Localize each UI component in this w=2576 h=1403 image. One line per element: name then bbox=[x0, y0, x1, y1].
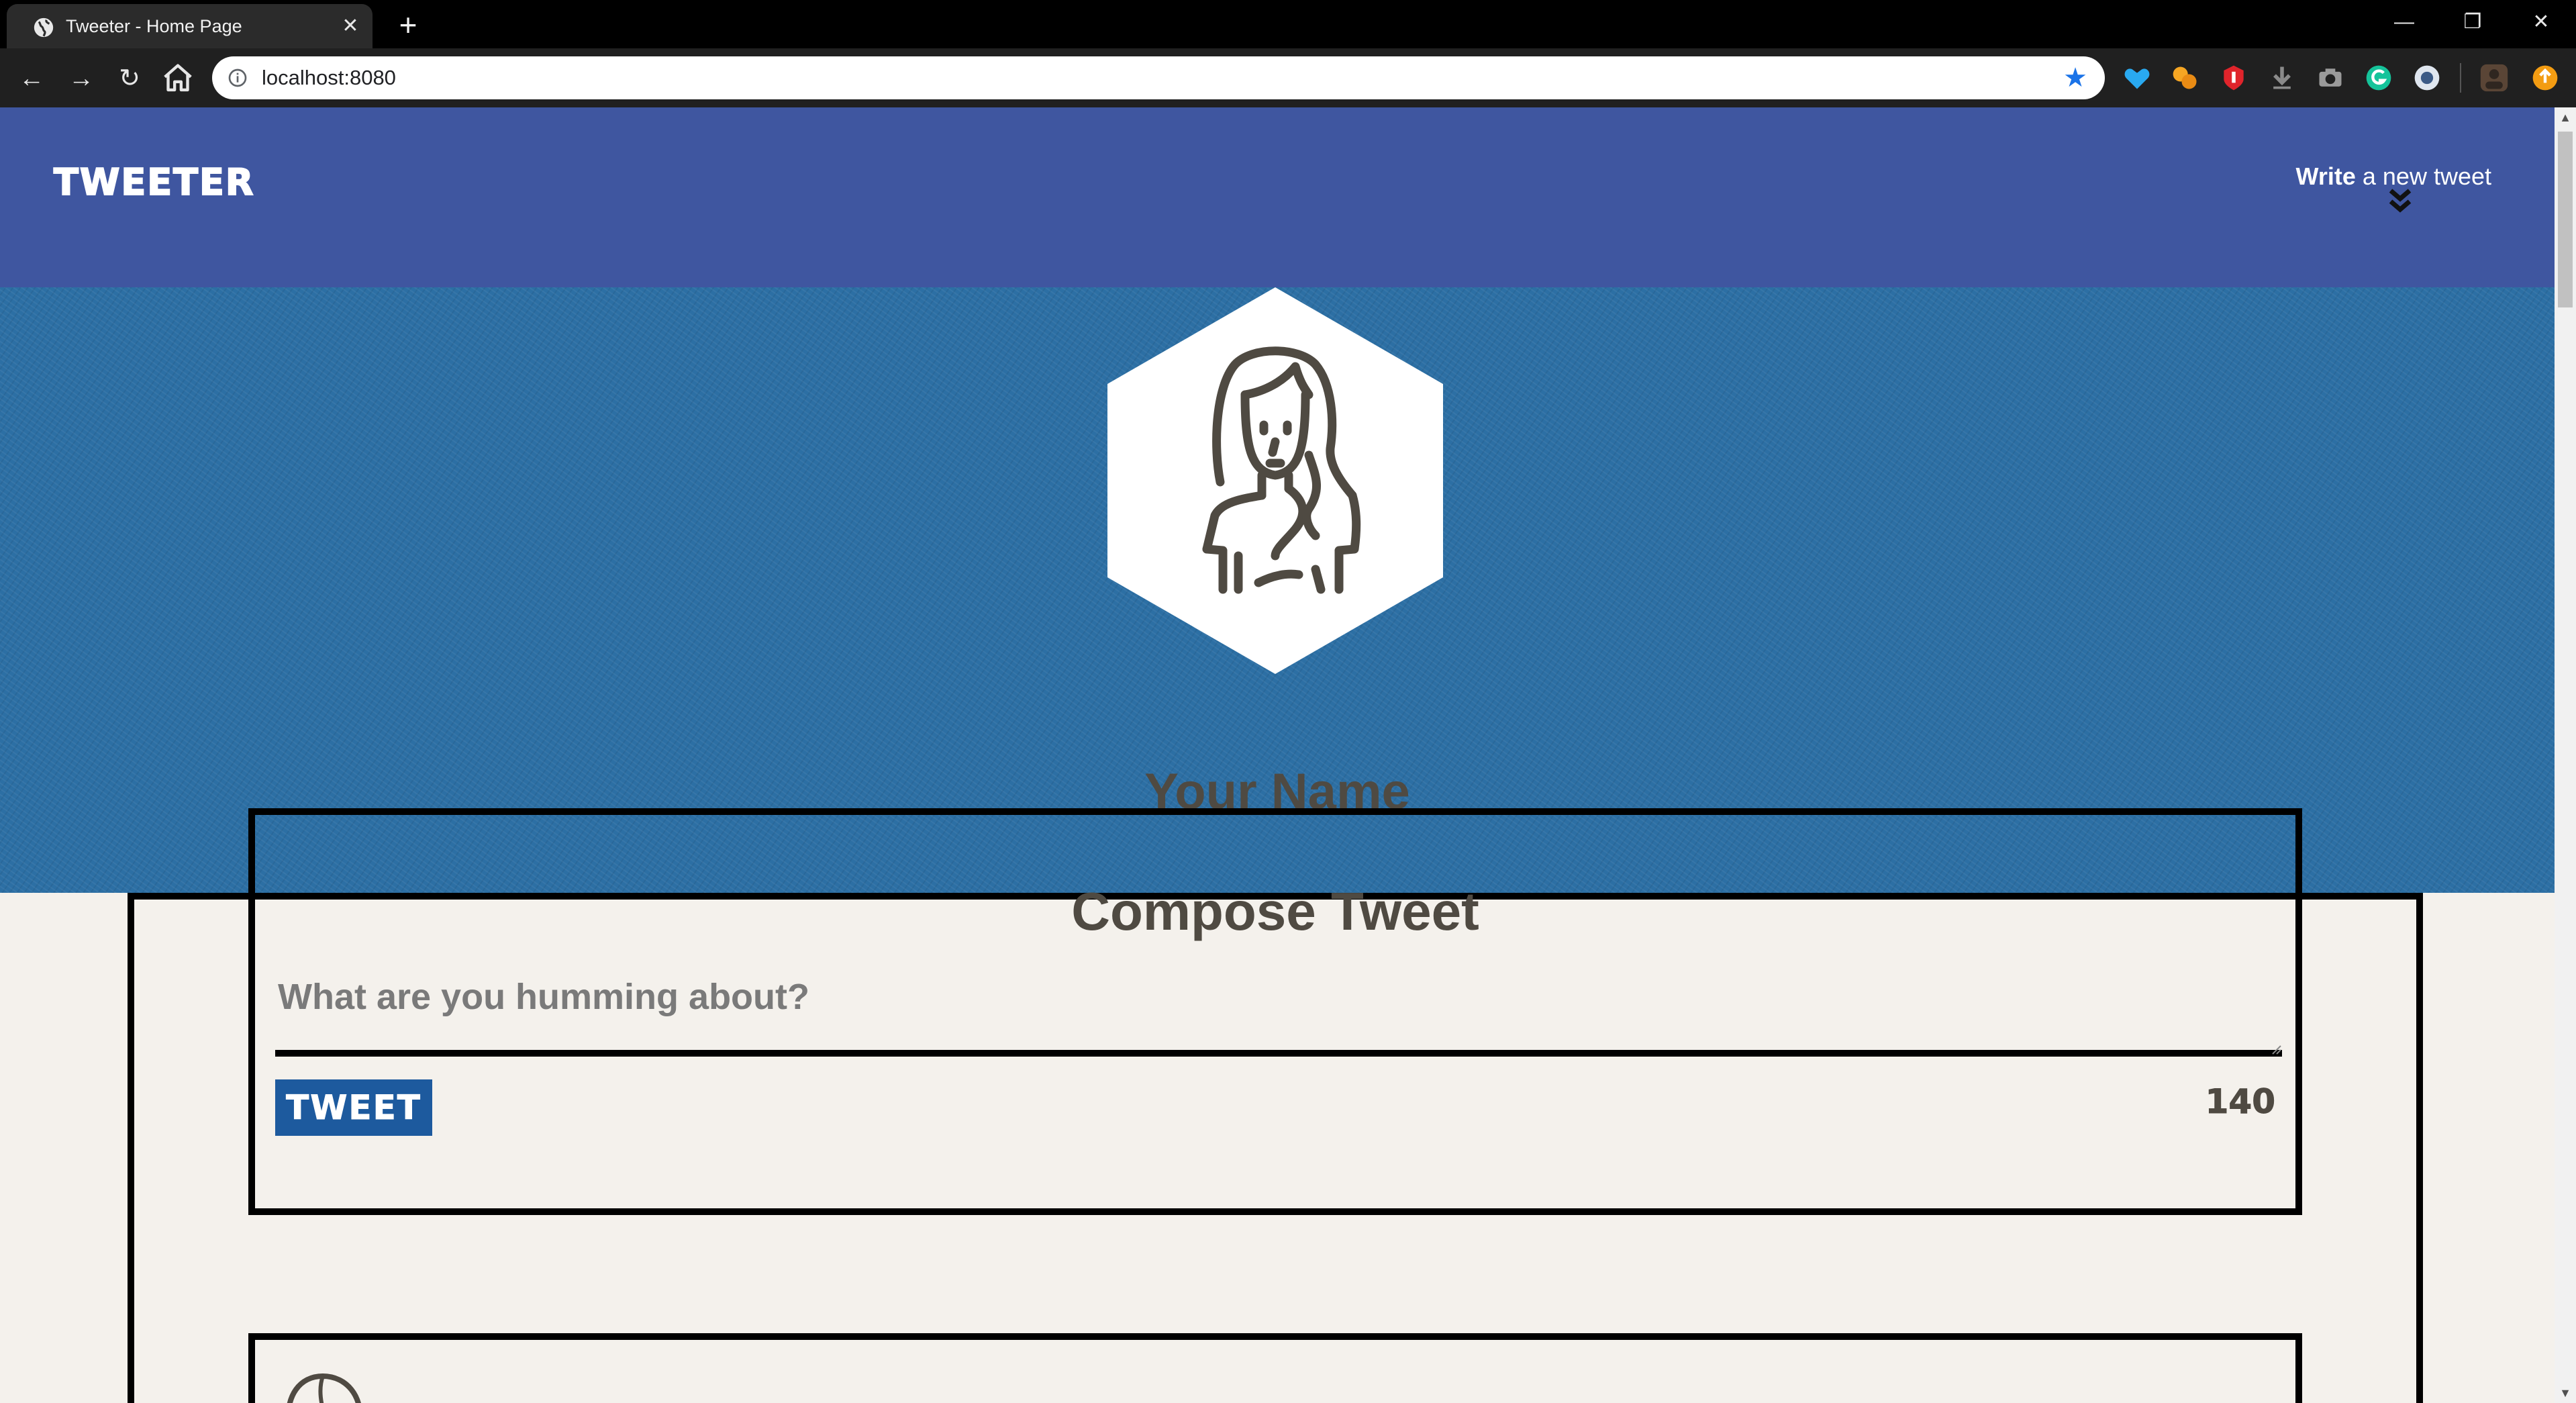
browser-toolbar: ← → ↻ localhost:8080 ★ bbox=[0, 48, 2576, 107]
browser-tab-strip: Tweeter - Home Page ✕ + — ❐ ✕ bbox=[0, 0, 2576, 48]
top-navigation: TWEETER Write a new tweet bbox=[0, 107, 2555, 287]
tweet-text-input[interactable] bbox=[275, 976, 2282, 1057]
compose-tweet-form: Compose Tweet TWEET 140 bbox=[248, 808, 2302, 1215]
restore-icon[interactable]: ❐ bbox=[2453, 5, 2493, 39]
profile-header: Your Name bbox=[0, 287, 2555, 893]
user-avatar-icon bbox=[1107, 287, 1443, 674]
compose-title: Compose Tweet bbox=[1071, 881, 1479, 941]
profile-avatar-icon[interactable] bbox=[2479, 63, 2509, 93]
address-bar[interactable]: localhost:8080 ★ bbox=[212, 56, 2105, 99]
shield-extension-icon[interactable] bbox=[2219, 63, 2248, 93]
plus-icon[interactable]: + bbox=[391, 9, 425, 43]
tweet-submit-button[interactable]: TWEET bbox=[275, 1079, 432, 1136]
reload-icon[interactable]: ↻ bbox=[110, 59, 149, 98]
update-icon[interactable] bbox=[2530, 63, 2560, 93]
star-icon[interactable]: ★ bbox=[2061, 63, 2090, 93]
url-text[interactable]: localhost:8080 bbox=[262, 66, 396, 90]
tab-title: Tweeter - Home Page bbox=[66, 16, 242, 36]
write-label: Write bbox=[2295, 162, 2356, 190]
page-viewport: TWEETER Write a new tweet Your Name Comp… bbox=[0, 107, 2555, 1403]
scroll-up-icon[interactable]: ▲ bbox=[2555, 107, 2576, 128]
grammarly-extension-icon[interactable] bbox=[2364, 63, 2393, 93]
heart-extension-icon[interactable] bbox=[2122, 63, 2152, 93]
character-counter: 140 bbox=[2205, 1082, 2275, 1122]
write-rest-label: a new tweet bbox=[2355, 162, 2491, 190]
scroll-thumb[interactable] bbox=[2558, 132, 2573, 307]
arrow-right-icon[interactable]: → bbox=[62, 59, 101, 98]
browser-tab[interactable]: Tweeter - Home Page ✕ bbox=[7, 4, 373, 48]
camera-extension-icon[interactable] bbox=[2316, 63, 2345, 93]
close-icon[interactable]: ✕ bbox=[338, 13, 363, 39]
home-icon[interactable] bbox=[158, 59, 197, 98]
scroll-down-icon[interactable]: ▼ bbox=[2555, 1383, 2576, 1403]
minimize-icon[interactable]: — bbox=[2384, 5, 2424, 39]
page-scrollbar[interactable]: ▲ ▼ bbox=[2555, 107, 2576, 1403]
double-chevron-down-icon[interactable] bbox=[2387, 187, 2414, 216]
toolbar-divider bbox=[2460, 63, 2461, 93]
globe-icon bbox=[34, 17, 54, 38]
puzzle-extension-icon[interactable] bbox=[2171, 63, 2200, 93]
tweet-article bbox=[248, 1333, 2302, 1403]
download-extension-icon[interactable] bbox=[2267, 63, 2297, 93]
arrow-left-icon[interactable]: ← bbox=[12, 59, 51, 98]
brand-logo[interactable]: TWEETER bbox=[53, 160, 254, 204]
resize-grip-icon[interactable] bbox=[2269, 1042, 2282, 1055]
tweet-author-avatar-icon bbox=[287, 1373, 361, 1403]
circle-extension-icon[interactable] bbox=[2412, 63, 2442, 93]
info-icon[interactable] bbox=[227, 67, 248, 89]
window-close-icon[interactable]: ✕ bbox=[2521, 5, 2561, 39]
